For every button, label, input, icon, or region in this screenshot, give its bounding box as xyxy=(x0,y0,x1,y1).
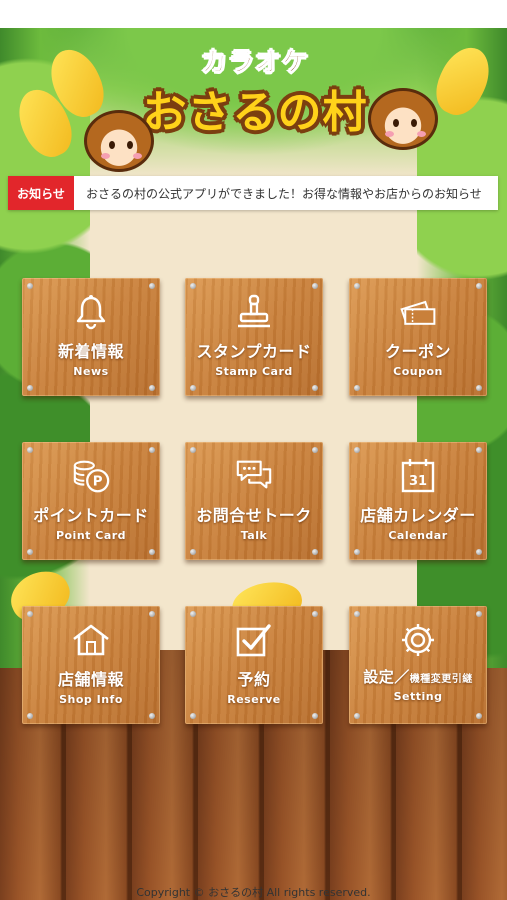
monkey-mascot-left xyxy=(84,110,154,172)
menu-tile-news[interactable]: 新着情報 News xyxy=(22,278,160,396)
menu-sublabel: Shop Info xyxy=(59,693,123,706)
menu-tile-point-card[interactable]: P ポイントカード Point Card xyxy=(22,442,160,560)
calendar-icon: 31 xyxy=(398,456,438,496)
ticker-label: お知らせ xyxy=(8,176,74,210)
copyright-text: Copyright © おさるの村 All rights reserved. xyxy=(136,886,371,899)
menu-sublabel: Point Card xyxy=(55,529,127,542)
menu-sublabel: Coupon xyxy=(393,365,443,378)
menu-label: 店舗カレンダー xyxy=(360,506,476,525)
ticker-text: おさるの村の公式アプリができました！お得な情報やお店からのお知らせ xyxy=(86,186,482,201)
menu-sublabel: Calendar xyxy=(388,529,448,542)
menu-tile-coupon[interactable]: クーポン Coupon xyxy=(349,278,487,396)
menu-label: ポイントカード xyxy=(33,506,149,525)
menu-tile-shop-info[interactable]: 店舗情報 Shop Info xyxy=(22,606,160,724)
app-screen: カラオケ おさるの村 お知らせ おさるの村の公式アプリができました！お得な情報や… xyxy=(0,28,507,900)
logo-subtitle: カラオケ xyxy=(200,48,309,79)
news-ticker[interactable]: お知らせ おさるの村の公式アプリができました！お得な情報やお店からのお知らせ xyxy=(8,176,498,210)
app-logo: カラオケ おさるの村 xyxy=(0,28,507,178)
coins-icon: P xyxy=(71,456,111,496)
menu-label: 予約 xyxy=(237,670,271,689)
menu-label: クーポン xyxy=(384,342,451,361)
menu-tile-reserve[interactable]: 予約 Reserve xyxy=(185,606,323,724)
menu-tile-calendar[interactable]: 31 店舗カレンダー Calendar xyxy=(349,442,487,560)
menu-label: お問合せトーク xyxy=(196,506,312,525)
menu-label-sub: 機種変更引継 xyxy=(409,674,473,685)
menu-label: 店舗情報 xyxy=(57,670,124,689)
checkbox-icon xyxy=(234,620,274,660)
menu-sublabel: Talk xyxy=(240,529,268,542)
calendar-day: 31 xyxy=(409,474,427,489)
gear-icon xyxy=(398,620,438,660)
menu-sublabel: Reserve xyxy=(227,693,281,706)
menu-sublabel: Setting xyxy=(393,690,443,703)
menu-tile-talk[interactable]: お問合せトーク Talk xyxy=(185,442,323,560)
bell-icon xyxy=(71,292,111,332)
stamp-icon xyxy=(234,292,274,332)
menu-sublabel: Stamp Card xyxy=(215,365,293,378)
menu-label: 新着情報 xyxy=(57,342,124,361)
chat-icon xyxy=(234,456,274,496)
logo-title: おさるの村 xyxy=(142,87,368,138)
menu-tile-stamp-card[interactable]: スタンプカード Stamp Card xyxy=(185,278,323,396)
menu-label: スタンプカード xyxy=(196,342,312,361)
menu-tile-setting[interactable]: 設定／機種変更引継 Setting xyxy=(349,606,487,724)
menu-label: 設定／機種変更引継 xyxy=(363,666,473,687)
menu-sublabel: News xyxy=(73,365,109,378)
menu-label-main: 設定／ xyxy=(363,668,410,686)
coupon-icon xyxy=(398,292,438,332)
svg-text:P: P xyxy=(93,475,103,490)
house-icon xyxy=(71,620,111,660)
monkey-mascot-right xyxy=(368,88,438,150)
